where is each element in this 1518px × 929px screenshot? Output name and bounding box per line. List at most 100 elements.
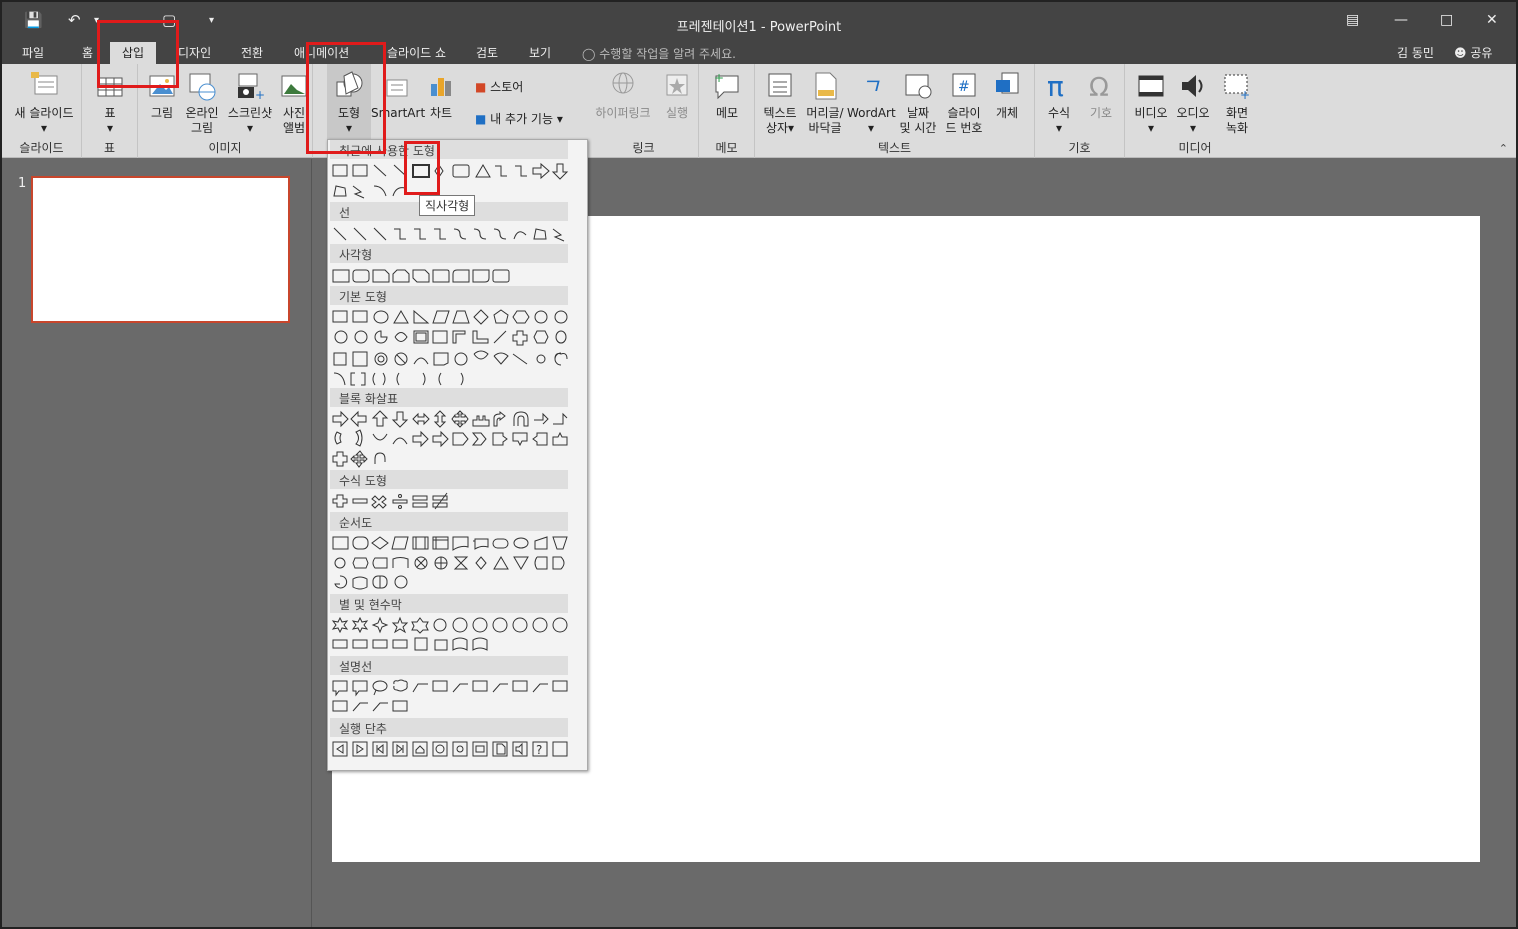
stars-banners-icons[interactable]: [331, 616, 571, 654]
svg-text:+: +: [1240, 88, 1250, 102]
hyperlink-button[interactable]: 하이퍼링크: [591, 70, 655, 121]
online-pictures-label-2: 그림: [190, 121, 214, 135]
object-label: 개체: [995, 106, 1019, 120]
comment-button[interactable]: + 메모: [709, 70, 745, 121]
photo-album-label-1: 사진: [282, 106, 306, 120]
my-addins-button[interactable]: ■ 내 추가 기능 ▾: [475, 110, 563, 127]
user-name[interactable]: 김 동민: [1397, 44, 1434, 61]
person-icon: ☻: [1454, 46, 1467, 60]
section-rectangles: 사각형: [330, 244, 568, 263]
slide-number-button[interactable]: # 슬라이 드 번호: [941, 70, 987, 136]
tab-transitions[interactable]: 전환: [241, 44, 263, 61]
highlight-shapes-button: [306, 42, 386, 154]
screenshot-button[interactable]: + 스크린샷 ▾: [224, 70, 276, 136]
slide-number-label-2: 드 번호: [945, 121, 983, 135]
svg-text:#: #: [958, 79, 970, 95]
svg-text:?: ?: [536, 743, 542, 757]
comment-label: 메모: [715, 106, 739, 120]
symbol-label: 기호: [1089, 106, 1113, 120]
highlight-insert-tab: [97, 20, 179, 88]
screen-recording-button[interactable]: + 화면 녹화: [1217, 70, 1257, 136]
ribbon-display-icon[interactable]: ▤: [1346, 12, 1359, 28]
video-button[interactable]: 비디오 ▾: [1131, 70, 1171, 136]
calendar-icon: [905, 74, 932, 99]
group-label-text: 텍스트: [877, 141, 912, 155]
group-slides: 새 슬라이드 ▾ 슬라이드: [2, 64, 82, 158]
group-symbols: π 수식 ▾ Ω 기호 기호: [1035, 64, 1125, 158]
rows-basic-shapes: [331, 308, 571, 388]
audio-button[interactable]: 오디오 ▾: [1173, 70, 1213, 136]
online-pictures-label-1: 온라인: [185, 106, 219, 120]
minimize-icon[interactable]: —: [1394, 12, 1408, 28]
my-addins-label: 내 추가 기능: [490, 112, 554, 126]
chart-icon: [431, 78, 451, 96]
rows-block-arrows: [331, 410, 571, 468]
slide-thumbnail[interactable]: [31, 176, 290, 323]
rows-callouts: [331, 678, 571, 716]
powerpoint-window: 💾 ↶ ▾ ▢ ▾ 프레젠테이션1 - PowerPoint ▤ — □ ✕ 파…: [0, 0, 1518, 929]
maximize-icon[interactable]: □: [1440, 12, 1453, 28]
action-label: 실행: [665, 106, 689, 120]
shapes-gallery: 최근에 사용한 도형 선 사각형 기본 도형 블록 화살표 수식 도형 순서도 …: [327, 139, 588, 771]
action-button[interactable]: 실행: [659, 70, 695, 121]
chart-label: 차트: [429, 106, 453, 120]
action-buttons-icons[interactable]: ?: [331, 740, 571, 758]
share-label: 공유: [1470, 46, 1493, 60]
textbox-label-1: 텍스트: [763, 106, 797, 120]
rectangles-icons[interactable]: [331, 267, 571, 285]
title-bar: 💾 ↶ ▾ ▢ ▾ 프레젠테이션1 - PowerPoint ▤ — □ ✕: [2, 2, 1516, 42]
symbol-button[interactable]: Ω 기호: [1083, 70, 1119, 121]
action-icon: [666, 74, 688, 96]
textbox-button[interactable]: 텍스트 상자▾: [759, 70, 801, 136]
wordart-button[interactable]: ㄱ WordArt ▾: [847, 70, 896, 136]
section-callouts: 설명선: [330, 656, 568, 675]
online-picture-icon: [189, 73, 216, 101]
slide-number-icon: #: [952, 73, 976, 97]
row-equation-shapes: [331, 492, 571, 510]
section-block-arrows: 블록 화살표: [330, 388, 568, 407]
store-icon: ■: [475, 80, 487, 94]
section-action-buttons: 실행 단추: [330, 718, 568, 737]
tell-me-text: 수행할 작업을 알려 주세요.: [599, 47, 736, 61]
lines-icons[interactable]: [331, 225, 571, 243]
table-label: 표: [104, 106, 116, 120]
tab-slideshow[interactable]: 슬라이드 쇼: [387, 44, 446, 61]
equation-label: 수식: [1047, 106, 1071, 120]
date-time-button[interactable]: 날짜 및 시간: [897, 70, 939, 136]
svg-text:ㄱ: ㄱ: [860, 75, 880, 100]
slide-thumbnail-pane: 1: [2, 159, 312, 927]
group-label-media: 미디어: [1178, 141, 1212, 155]
svg-text:+: +: [714, 71, 724, 85]
photo-album-label-2: 앨범: [282, 121, 306, 135]
block-arrows-icons[interactable]: [331, 410, 571, 468]
close-icon[interactable]: ✕: [1486, 12, 1498, 28]
tab-view[interactable]: 보기: [529, 44, 551, 61]
tell-me-search[interactable]: ◯ 수행할 작업을 알려 주세요.: [582, 45, 736, 62]
row-rectangles: [331, 267, 571, 285]
recent-shapes-icons[interactable]: [331, 162, 571, 180]
equation-button[interactable]: π 수식 ▾: [1041, 70, 1077, 136]
tab-home[interactable]: 홈: [82, 44, 93, 61]
share-button[interactable]: ☻ 공유: [1454, 44, 1492, 61]
flowchart-icons[interactable]: [331, 534, 571, 590]
object-button[interactable]: 개체: [989, 70, 1025, 121]
online-pictures-button[interactable]: 온라인 그림: [182, 70, 222, 136]
textbox-icon: [768, 73, 792, 97]
ribbon: 새 슬라이드 ▾ 슬라이드 표 ▾ 표 그림 온라인 그림 + 스크린샷 ▾ 사진 앨범 …: [2, 64, 1516, 158]
chart-button[interactable]: 차트: [423, 70, 459, 121]
tab-design[interactable]: 디자인: [178, 44, 211, 61]
callouts-icons[interactable]: [331, 678, 571, 716]
hyperlink-icon: [612, 72, 634, 94]
collapse-ribbon-icon[interactable]: ⌃: [1499, 142, 1508, 155]
group-comments: + 메모 메모: [699, 64, 755, 158]
highlight-rectangle-shape: [404, 141, 440, 195]
header-footer-button[interactable]: 머리글/바닥글: [803, 70, 847, 136]
equation-shapes-icons[interactable]: [331, 492, 571, 510]
svg-text:π: π: [1047, 70, 1064, 102]
tab-review[interactable]: 검토: [476, 44, 498, 61]
basic-shapes-icons[interactable]: [331, 308, 571, 388]
tab-file[interactable]: 파일: [22, 44, 44, 61]
new-slide-button[interactable]: 새 슬라이드 ▾: [8, 70, 80, 136]
photo-album-icon: [281, 75, 307, 97]
store-button[interactable]: ■ 스토어: [475, 78, 523, 95]
